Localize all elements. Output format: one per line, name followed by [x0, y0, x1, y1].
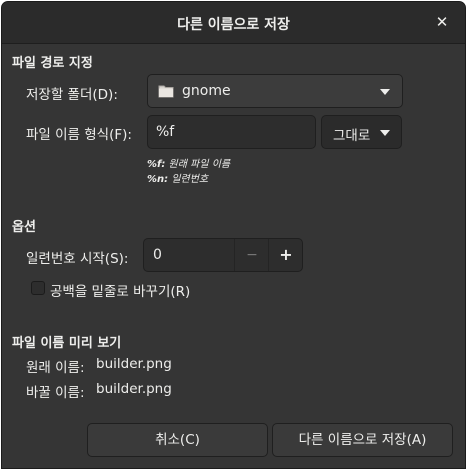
serial-start-spin: 0 − +	[143, 238, 303, 272]
new-name-label: 바꿀 이름:	[26, 385, 85, 401]
format-input[interactable]: %f	[147, 115, 316, 149]
increment-button[interactable]: +	[268, 239, 303, 271]
chevron-down-icon	[380, 130, 390, 136]
chevron-down-icon	[380, 89, 390, 95]
save-as-dialog: 다른 이름으로 저장 ✕ 파일 경로 지정 저장할 폴더(D): gnome 파…	[1, 1, 466, 469]
folder-value: gnome	[182, 83, 231, 99]
folder-icon	[158, 85, 174, 98]
hint-original-name: %f: 원래 파일 이름	[147, 159, 231, 170]
preview-section-heading: 파일 이름 미리 보기	[12, 336, 122, 351]
path-section-heading: 파일 경로 지정	[12, 56, 93, 71]
format-mode-dropdown[interactable]: 그대로	[321, 115, 402, 149]
titlebar: 다른 이름으로 저장 ✕	[2, 2, 465, 44]
folder-label: 저장할 폴더(D):	[26, 87, 118, 103]
serial-start-label: 일련번호 시작(S):	[26, 251, 129, 267]
decrement-button[interactable]: −	[234, 239, 269, 271]
serial-start-value[interactable]: 0	[153, 247, 162, 263]
save-as-button[interactable]: 다른 이름으로 저장(A)	[272, 423, 453, 457]
format-label: 파일 이름 형식(F):	[26, 127, 132, 143]
original-name-label: 원래 이름:	[26, 360, 85, 376]
original-name-value: builder.png	[96, 356, 172, 372]
cancel-button[interactable]: 취소(C)	[87, 423, 268, 457]
close-icon[interactable]: ✕	[433, 12, 451, 32]
dialog-title: 다른 이름으로 저장	[177, 17, 290, 33]
format-mode-label: 그대로	[333, 128, 371, 144]
options-section-heading: 옵션	[12, 220, 36, 235]
underscore-checkbox[interactable]	[31, 281, 45, 295]
underscore-label[interactable]: 공백을 밑줄로 바꾸기(R)	[50, 280, 190, 300]
hint-serial-number: %n: 일련번호	[147, 174, 209, 185]
folder-combo[interactable]: gnome	[147, 74, 403, 108]
new-name-value: builder.png	[96, 381, 172, 397]
